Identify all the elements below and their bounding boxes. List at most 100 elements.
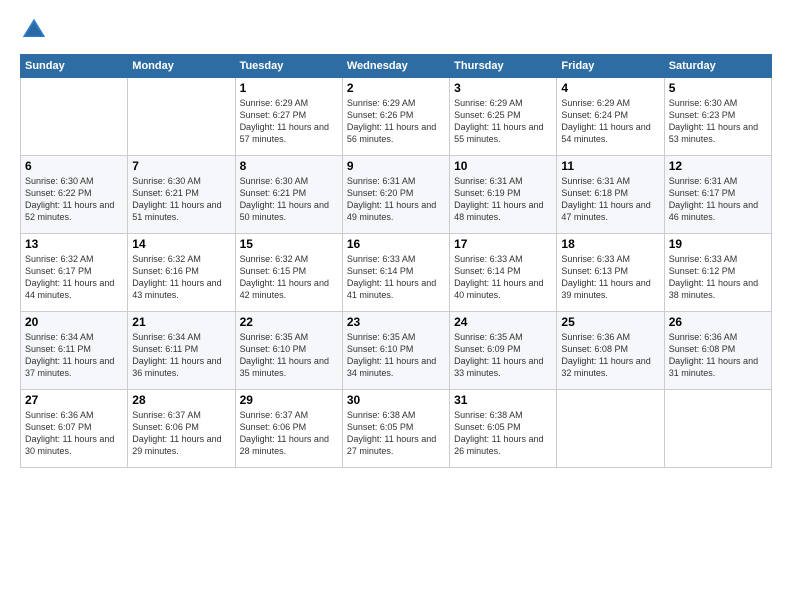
day-info: Sunrise: 6:31 AM Sunset: 6:17 PM Dayligh… [669,175,767,224]
day-info: Sunrise: 6:35 AM Sunset: 6:10 PM Dayligh… [240,331,338,380]
calendar-cell [557,390,664,468]
day-number: 29 [240,393,338,407]
calendar-cell: 10 Sunrise: 6:31 AM Sunset: 6:19 PM Dayli… [450,156,557,234]
weekday-header: Saturday [664,55,771,78]
day-info: Sunrise: 6:32 AM Sunset: 6:15 PM Dayligh… [240,253,338,302]
day-number: 8 [240,159,338,173]
weekday-header: Friday [557,55,664,78]
logo-icon [20,16,48,44]
day-number: 23 [347,315,445,329]
day-info: Sunrise: 6:32 AM Sunset: 6:16 PM Dayligh… [132,253,230,302]
day-number: 13 [25,237,123,251]
calendar-cell: 9 Sunrise: 6:31 AM Sunset: 6:20 PM Daylig… [342,156,449,234]
day-number: 12 [669,159,767,173]
day-number: 19 [669,237,767,251]
calendar-cell: 12 Sunrise: 6:31 AM Sunset: 6:17 PM Dayli… [664,156,771,234]
calendar-cell: 4 Sunrise: 6:29 AM Sunset: 6:24 PM Daylig… [557,78,664,156]
day-info: Sunrise: 6:30 AM Sunset: 6:23 PM Dayligh… [669,97,767,146]
calendar-cell: 20 Sunrise: 6:34 AM Sunset: 6:11 PM Dayli… [21,312,128,390]
day-info: Sunrise: 6:33 AM Sunset: 6:14 PM Dayligh… [454,253,552,302]
calendar-cell: 23 Sunrise: 6:35 AM Sunset: 6:10 PM Dayli… [342,312,449,390]
day-info: Sunrise: 6:37 AM Sunset: 6:06 PM Dayligh… [132,409,230,458]
calendar-cell: 7 Sunrise: 6:30 AM Sunset: 6:21 PM Daylig… [128,156,235,234]
day-number: 31 [454,393,552,407]
calendar-cell: 30 Sunrise: 6:38 AM Sunset: 6:05 PM Dayli… [342,390,449,468]
weekday-header: Tuesday [235,55,342,78]
day-info: Sunrise: 6:34 AM Sunset: 6:11 PM Dayligh… [132,331,230,380]
page: SundayMondayTuesdayWednesdayThursdayFrid… [0,0,792,612]
calendar-cell: 6 Sunrise: 6:30 AM Sunset: 6:22 PM Daylig… [21,156,128,234]
calendar-header: SundayMondayTuesdayWednesdayThursdayFrid… [21,55,772,78]
calendar-cell: 3 Sunrise: 6:29 AM Sunset: 6:25 PM Daylig… [450,78,557,156]
day-number: 28 [132,393,230,407]
calendar-body: 1Sunrise: 6:29 AM Sunset: 6:27 PM Daylig… [21,78,772,468]
day-number: 17 [454,237,552,251]
calendar-cell: 14 Sunrise: 6:32 AM Sunset: 6:16 PM Dayli… [128,234,235,312]
day-number: 21 [132,315,230,329]
day-number: 10 [454,159,552,173]
day-number: 3 [454,81,552,95]
day-number: 27 [25,393,123,407]
day-number: 30 [347,393,445,407]
day-number: 16 [347,237,445,251]
day-info: Sunrise: 6:35 AM Sunset: 6:10 PM Dayligh… [347,331,445,380]
day-info: Sunrise: 6:34 AM Sunset: 6:11 PM Dayligh… [25,331,123,380]
day-info: Sunrise: 6:35 AM Sunset: 6:09 PM Dayligh… [454,331,552,380]
calendar-cell: 21 Sunrise: 6:34 AM Sunset: 6:11 PM Dayli… [128,312,235,390]
calendar-cell: 1Sunrise: 6:29 AM Sunset: 6:27 PM Daylig… [235,78,342,156]
header [20,16,772,44]
day-info: Sunrise: 6:33 AM Sunset: 6:13 PM Dayligh… [561,253,659,302]
day-number: 5 [669,81,767,95]
day-number: 20 [25,315,123,329]
weekday-header: Monday [128,55,235,78]
calendar-cell: 17 Sunrise: 6:33 AM Sunset: 6:14 PM Dayli… [450,234,557,312]
day-number: 9 [347,159,445,173]
day-number: 4 [561,81,659,95]
weekday-header: Wednesday [342,55,449,78]
calendar-cell: 2 Sunrise: 6:29 AM Sunset: 6:26 PM Daylig… [342,78,449,156]
day-number: 24 [454,315,552,329]
calendar-cell: 8 Sunrise: 6:30 AM Sunset: 6:21 PM Daylig… [235,156,342,234]
calendar-cell: 29 Sunrise: 6:37 AM Sunset: 6:06 PM Dayli… [235,390,342,468]
day-number: 15 [240,237,338,251]
day-info: Sunrise: 6:38 AM Sunset: 6:05 PM Dayligh… [454,409,552,458]
day-info: Sunrise: 6:29 AM Sunset: 6:26 PM Dayligh… [347,97,445,146]
day-info: Sunrise: 6:30 AM Sunset: 6:21 PM Dayligh… [132,175,230,224]
day-info: Sunrise: 6:31 AM Sunset: 6:19 PM Dayligh… [454,175,552,224]
calendar-cell: 31 Sunrise: 6:38 AM Sunset: 6:05 PM Dayli… [450,390,557,468]
day-info: Sunrise: 6:30 AM Sunset: 6:22 PM Dayligh… [25,175,123,224]
day-info: Sunrise: 6:33 AM Sunset: 6:12 PM Dayligh… [669,253,767,302]
day-info: Sunrise: 6:36 AM Sunset: 6:08 PM Dayligh… [669,331,767,380]
day-number: 1 [240,81,338,95]
day-number: 2 [347,81,445,95]
calendar-cell: 24 Sunrise: 6:35 AM Sunset: 6:09 PM Dayli… [450,312,557,390]
calendar-cell [21,78,128,156]
day-info: Sunrise: 6:29 AM Sunset: 6:24 PM Dayligh… [561,97,659,146]
day-info: Sunrise: 6:36 AM Sunset: 6:08 PM Dayligh… [561,331,659,380]
day-number: 26 [669,315,767,329]
calendar-cell: 16 Sunrise: 6:33 AM Sunset: 6:14 PM Dayli… [342,234,449,312]
day-info: Sunrise: 6:29 AM Sunset: 6:25 PM Dayligh… [454,97,552,146]
calendar-cell: 5 Sunrise: 6:30 AM Sunset: 6:23 PM Daylig… [664,78,771,156]
day-info: Sunrise: 6:36 AM Sunset: 6:07 PM Dayligh… [25,409,123,458]
day-number: 18 [561,237,659,251]
day-number: 6 [25,159,123,173]
calendar-cell: 11Sunrise: 6:31 AM Sunset: 6:18 PM Dayli… [557,156,664,234]
calendar-cell: 18 Sunrise: 6:33 AM Sunset: 6:13 PM Dayli… [557,234,664,312]
day-number: 25 [561,315,659,329]
day-number: 14 [132,237,230,251]
calendar-cell: 27 Sunrise: 6:36 AM Sunset: 6:07 PM Dayli… [21,390,128,468]
weekday-header: Sunday [21,55,128,78]
calendar-cell [128,78,235,156]
day-number: 7 [132,159,230,173]
calendar-cell: 19 Sunrise: 6:33 AM Sunset: 6:12 PM Dayli… [664,234,771,312]
day-info: Sunrise: 6:33 AM Sunset: 6:14 PM Dayligh… [347,253,445,302]
day-info: Sunrise: 6:30 AM Sunset: 6:21 PM Dayligh… [240,175,338,224]
day-info: Sunrise: 6:31 AM Sunset: 6:20 PM Dayligh… [347,175,445,224]
day-info: Sunrise: 6:38 AM Sunset: 6:05 PM Dayligh… [347,409,445,458]
day-info: Sunrise: 6:31 AM Sunset: 6:18 PM Dayligh… [561,175,659,224]
day-number: 22 [240,315,338,329]
calendar-cell: 25 Sunrise: 6:36 AM Sunset: 6:08 PM Dayli… [557,312,664,390]
calendar-cell: 22 Sunrise: 6:35 AM Sunset: 6:10 PM Dayli… [235,312,342,390]
day-info: Sunrise: 6:37 AM Sunset: 6:06 PM Dayligh… [240,409,338,458]
